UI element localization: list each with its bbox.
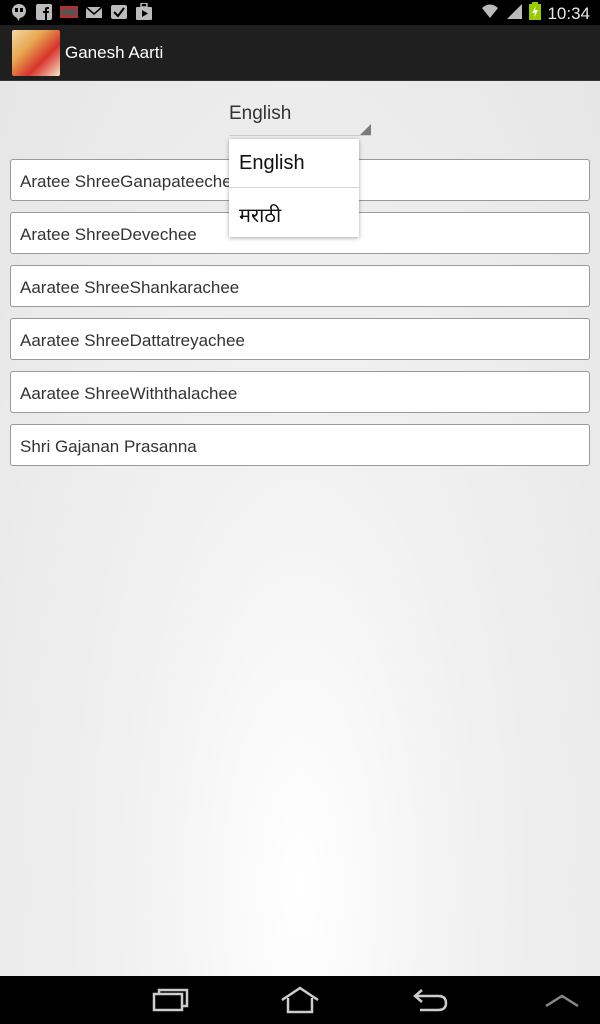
play-store-icon (135, 2, 153, 21)
status-bar: 10:34 (0, 0, 600, 25)
home-icon[interactable] (280, 986, 320, 1014)
wifi-icon (481, 2, 499, 25)
aarti-label: Aratee ShreeGanapateechee (20, 172, 242, 191)
clock: 10:34 (547, 3, 590, 23)
checkmark-icon (110, 3, 128, 21)
spinner-selected-label: English (229, 103, 292, 124)
battery-charging-icon (529, 2, 542, 25)
aarti-label: Aaratee ShreeDattatreyachee (20, 331, 245, 350)
aarti-button-dattatreya[interactable]: Aaratee ShreeDattatreyachee (10, 318, 590, 360)
language-dropdown: English मराठी (229, 139, 359, 237)
aarti-label: Aaratee ShreeWiththalachee (20, 384, 238, 403)
aarti-button-withthal[interactable]: Aaratee ShreeWiththalachee (10, 371, 590, 413)
language-spinner[interactable]: English (229, 99, 371, 136)
chevron-up-icon[interactable] (542, 986, 582, 1014)
signal-icon (505, 2, 523, 25)
ganesh-app-icon[interactable] (12, 30, 60, 76)
dropdown-option-english[interactable]: English (229, 139, 359, 187)
app-title: Ganesh Aarti (65, 43, 164, 62)
aarti-button-shankar[interactable]: Aaratee ShreeShankarachee (10, 265, 590, 307)
ndtv-icon (60, 3, 78, 21)
navigation-bar (0, 976, 600, 1024)
aarti-label: Aratee ShreeDevechee (20, 225, 197, 244)
aarti-button-gajanan[interactable]: Shri Gajanan Prasanna (10, 424, 590, 466)
dropdown-option-marathi[interactable]: मराठी (229, 187, 359, 235)
back-icon[interactable] (410, 986, 450, 1014)
system-status: 10:34 (481, 2, 590, 25)
notification-icons (10, 2, 153, 21)
action-bar: Ganesh Aarti (0, 25, 600, 81)
aarti-label: Aaratee ShreeShankarachee (20, 278, 240, 297)
option-label: English (239, 152, 305, 174)
recent-apps-icon[interactable] (150, 986, 190, 1014)
option-label: मराठी (239, 205, 282, 227)
facebook-icon (35, 3, 53, 21)
hangouts-icon (10, 3, 28, 21)
dropdown-arrow-icon (360, 124, 371, 135)
aarti-label: Shri Gajanan Prasanna (20, 437, 197, 456)
mail-icon (85, 3, 103, 21)
